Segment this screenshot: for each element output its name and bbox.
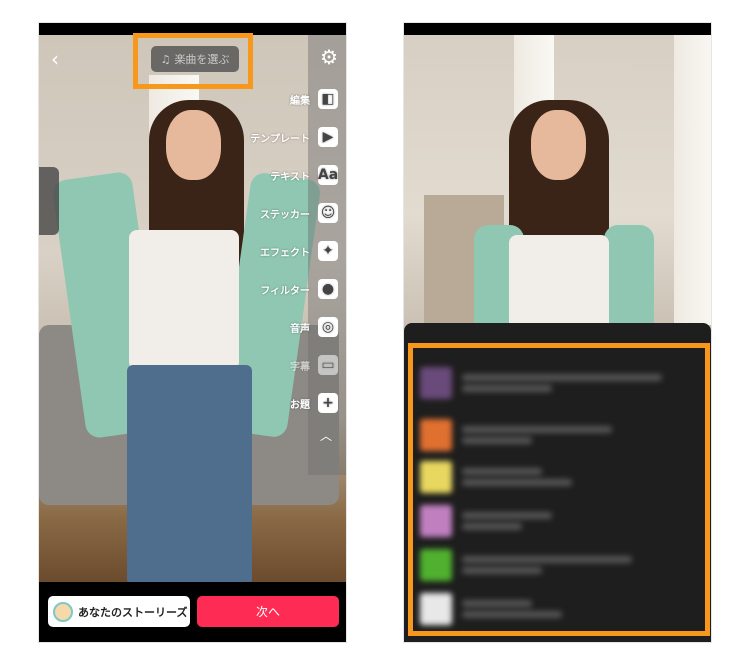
tool-filter[interactable]: フィルター ● xyxy=(260,279,338,299)
tool-label: エフェクト xyxy=(260,247,310,259)
jeans xyxy=(127,365,252,585)
left-phone-screen: ‹ ♫ 楽曲を選ぶ ⚙ 編集 ◧ テンプレート ▶ テキスト Aa ステッカー ☺ エフェクト ✦… xyxy=(38,22,347,643)
tool-label: テンプレート xyxy=(250,133,310,145)
tool-label: 編集 xyxy=(290,95,310,107)
caption-icon: ▭ xyxy=(318,355,338,375)
gear-icon[interactable]: ⚙ xyxy=(320,45,338,69)
avatar xyxy=(53,601,73,622)
tool-voice[interactable]: 音声 ◎ xyxy=(290,317,338,337)
tool-label: 字幕 xyxy=(290,361,310,373)
topic-icon: + xyxy=(318,393,338,413)
tool-label: 音声 xyxy=(290,323,310,335)
tool-text[interactable]: テキスト Aa xyxy=(270,165,338,185)
person-face xyxy=(531,110,586,180)
tool-caption[interactable]: 字幕 ▭ xyxy=(290,355,338,375)
back-icon[interactable]: ‹ xyxy=(51,47,59,71)
tool-effect[interactable]: エフェクト ✦ xyxy=(260,241,338,261)
cardigan-right xyxy=(604,225,654,335)
shirt xyxy=(129,230,239,370)
edit-icon: ◧ xyxy=(318,89,338,109)
your-stories-button[interactable]: あなたのストーリーズ xyxy=(48,596,190,627)
person-face xyxy=(166,110,221,180)
sticker-icon: ☺ xyxy=(318,203,338,223)
volume-slider[interactable] xyxy=(39,167,59,235)
filter-icon: ● xyxy=(318,279,338,299)
highlight-frame xyxy=(133,33,253,89)
right-phone-screen xyxy=(403,22,712,643)
effect-icon: ✦ xyxy=(318,241,338,261)
video-preview xyxy=(39,35,346,585)
tool-sticker[interactable]: ステッカー ☺ xyxy=(260,203,338,223)
tool-label: フィルター xyxy=(260,285,310,297)
video-preview xyxy=(404,35,711,335)
tool-label: ステッカー xyxy=(260,209,310,221)
tool-template[interactable]: テンプレート ▶ xyxy=(250,127,338,147)
text-icon: Aa xyxy=(317,165,339,185)
voice-icon: ◎ xyxy=(318,317,338,337)
highlight-frame xyxy=(408,343,710,636)
chevron-up-icon[interactable]: ︿ xyxy=(320,427,332,444)
tool-edit[interactable]: 編集 ◧ xyxy=(290,89,338,109)
tool-label: お題 xyxy=(290,399,310,411)
shirt xyxy=(509,235,609,335)
tool-topic[interactable]: お題 + xyxy=(290,393,338,413)
tool-label: テキスト xyxy=(270,171,310,183)
window xyxy=(674,35,711,325)
bottom-bar: あなたのストーリーズ 次へ xyxy=(39,582,346,642)
next-button[interactable]: 次へ xyxy=(197,596,339,627)
template-icon: ▶ xyxy=(318,127,338,147)
